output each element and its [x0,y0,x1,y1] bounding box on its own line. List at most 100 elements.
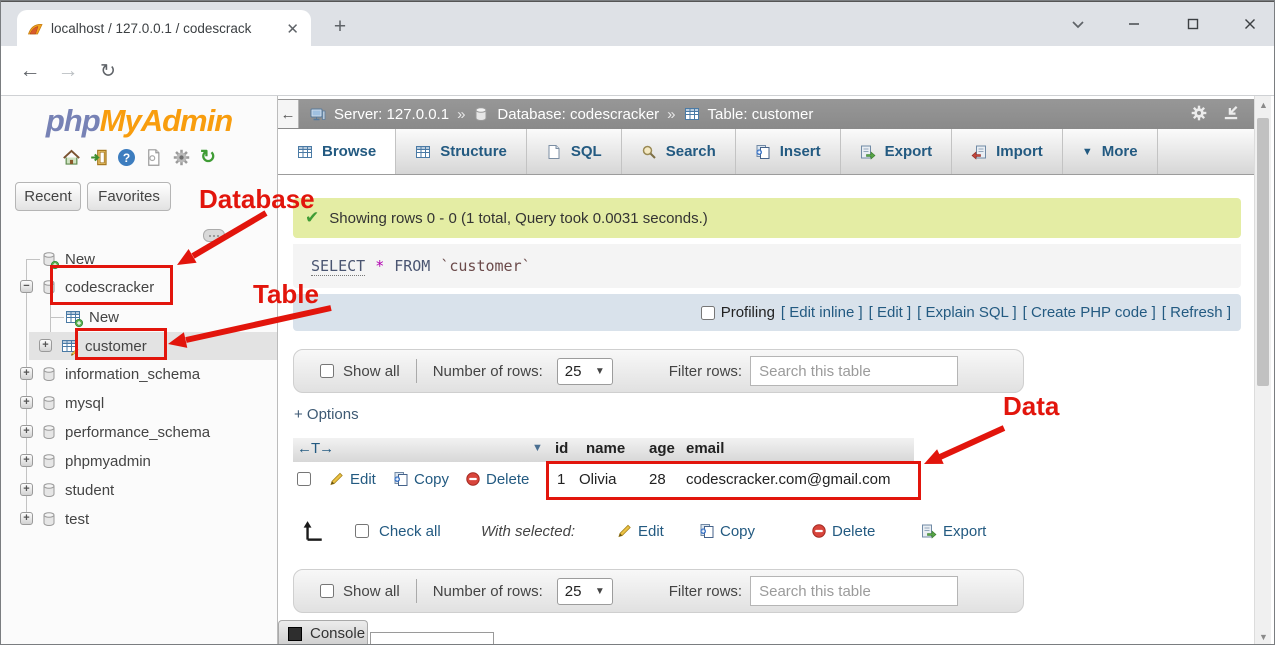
row-edit-link[interactable]: Edit [350,471,376,488]
close-window-button[interactable] [1236,12,1264,36]
expand-expander[interactable]: + [20,367,33,380]
column-header-email[interactable]: email [686,440,724,457]
edit-inline-link[interactable]: [ Edit inline ] [781,304,863,321]
selected-copy-link[interactable]: Copy [720,523,755,540]
row-copy-link[interactable]: Copy [414,471,449,488]
export-icon[interactable] [921,523,937,539]
chevron-down-icon: ▼ [595,366,605,377]
rows-per-page-select[interactable]: 25 ▼ [557,578,613,605]
breadcrumb-server[interactable]: Server: 127.0.0.1 [334,106,449,123]
minimize-button[interactable] [1120,12,1148,36]
tab-label: Structure [440,143,507,160]
tab-structure[interactable]: Structure [396,129,527,174]
logout-icon[interactable] [90,148,109,167]
tree-item-student[interactable]: student [1,476,317,504]
profiling-checkbox[interactable] [701,306,715,320]
settings-icon[interactable] [172,148,191,167]
expand-expander[interactable]: + [20,454,33,467]
docs-icon[interactable] [144,148,163,167]
selected-edit-link[interactable]: Edit [638,523,664,540]
column-header-id[interactable]: id [555,440,568,457]
tree-item-test[interactable]: test [1,505,317,533]
selected-delete-link[interactable]: Delete [832,523,875,540]
explain-sql-link[interactable]: [ Explain SQL ] [917,304,1017,321]
refresh-nav-icon[interactable]: ↻ [200,148,216,167]
tree-item-performance-schema[interactable]: performance_schema [1,418,317,446]
expand-expander[interactable]: + [20,425,33,438]
console-toggle[interactable]: Console [278,620,368,645]
tab-sql[interactable]: SQL [527,129,622,174]
breadcrumb-database[interactable]: Database: codescracker [497,106,659,123]
copy-icon[interactable] [393,471,409,487]
tab-export[interactable]: Export [841,129,953,174]
options-toggle[interactable]: + Options [294,406,359,423]
tab-more[interactable]: ▼ More [1063,129,1158,174]
page-settings-gear-icon[interactable] [1190,104,1208,122]
browser-toolbar: ← → ↻ localhost/phpmyadmin/index.php?rou… [1,46,1275,96]
home-icon[interactable] [62,148,81,167]
tree-item-label: New [89,309,119,326]
scroll-up-icon[interactable]: ▲ [1255,100,1272,110]
tab-close-icon[interactable]: ✕ [284,20,301,38]
console-input-box[interactable] [370,632,494,645]
sort-descending-icon[interactable]: ▼ [532,442,543,454]
copy-icon[interactable] [699,523,715,539]
main-scrollbar[interactable]: ▲ ▼ [1254,96,1271,645]
help-icon[interactable]: ? [118,149,135,166]
refresh-link[interactable]: [ Refresh ] [1162,304,1231,321]
filter-rows-label: Filter rows: [669,583,742,600]
tab-insert[interactable]: Insert [736,129,841,174]
column-header-age[interactable]: age [649,440,675,457]
export-icon [860,144,876,160]
tree-item-mysql[interactable]: mysql [1,389,317,417]
expand-expander[interactable]: + [20,396,33,409]
delete-icon[interactable] [811,523,827,539]
pma-logo[interactable]: phpMyAdmin [1,103,277,139]
create-php-code-link[interactable]: [ Create PHP code ] [1023,304,1156,321]
collapse-top-icon[interactable] [1222,104,1240,122]
back-button[interactable]: ← [15,56,45,86]
show-all-checkbox[interactable] [320,584,334,598]
tab-search-chevron-icon[interactable] [1064,12,1092,36]
nav-collapse-arrow[interactable]: ← [278,100,299,128]
breadcrumb-table[interactable]: Table: customer [708,106,814,123]
check-all-checkbox[interactable] [355,524,369,538]
rows-per-page-select[interactable]: 25 ▼ [557,358,613,385]
tab-browse[interactable]: Browse [278,129,396,174]
row-delete-link[interactable]: Delete [486,471,529,488]
table-icon [684,106,700,122]
tree-item-phpmyadmin[interactable]: phpmyadmin [1,447,317,475]
favorites-button[interactable]: Favorites [87,182,171,211]
reload-button[interactable]: ↻ [93,56,123,86]
database-icon [41,453,57,469]
maximize-button[interactable] [1179,12,1207,36]
selected-export-link[interactable]: Export [943,523,986,540]
delete-icon[interactable] [465,471,481,487]
expand-expander[interactable]: + [20,512,33,525]
column-header-name[interactable]: name [586,440,625,457]
filter-rows-input[interactable] [750,576,958,606]
filter-rows-input[interactable] [750,356,958,386]
pencil-icon[interactable] [329,471,345,487]
check-all-link[interactable]: Check all [379,523,441,540]
tree-item-information-schema[interactable]: information_schema [1,360,317,388]
edit-link[interactable]: [ Edit ] [869,304,912,321]
new-tab-button[interactable]: + [327,14,353,40]
forward-button[interactable]: → [53,56,83,86]
tab-import[interactable]: Import [952,129,1063,174]
browser-tab[interactable]: localhost / 127.0.0.1 / codescrack ✕ [17,10,311,47]
rows-control-bar-bottom: Show all Number of rows: 25 ▼ Filter row… [293,569,1024,613]
scroll-down-icon[interactable]: ▼ [1255,632,1272,642]
column-reorder-widget[interactable]: ←T→ [297,440,333,457]
expand-expander[interactable]: + [20,483,33,496]
show-all-checkbox[interactable] [320,364,334,378]
tab-search[interactable]: Search [622,129,736,174]
expand-expander[interactable]: + [39,339,52,352]
row-checkbox[interactable] [297,472,311,486]
nav-resize-handle[interactable] [203,229,225,242]
collapse-expander[interactable]: − [20,280,33,293]
pencil-icon[interactable] [617,523,633,539]
rows-control-bar-top: Show all Number of rows: 25 ▼ Filter row… [293,349,1024,393]
recent-button[interactable]: Recent [15,182,81,211]
scrollbar-thumb[interactable] [1257,118,1269,386]
